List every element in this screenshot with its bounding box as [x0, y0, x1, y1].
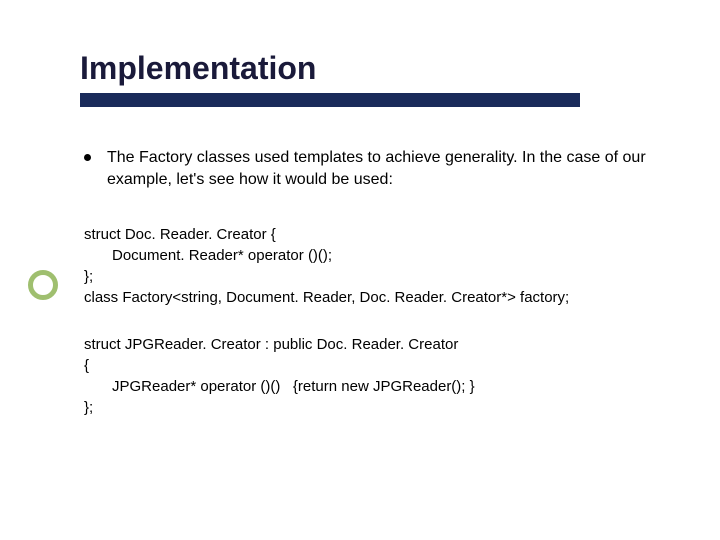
accent-circle-decoration — [28, 270, 58, 300]
code-line: { — [84, 355, 670, 376]
code-block-2: struct JPGReader. Creator : public Doc. … — [84, 334, 670, 418]
slide-container: Implementation The Factory classes used … — [0, 0, 720, 540]
bullet-dot-icon — [84, 154, 91, 161]
slide-title: Implementation — [80, 50, 670, 87]
code-line: Document. Reader* operator ()(); — [84, 245, 670, 266]
bullet-item: The Factory classes used templates to ac… — [84, 147, 670, 190]
code-line: struct Doc. Reader. Creator { — [84, 224, 670, 245]
code-line: class Factory<string, Document. Reader, … — [84, 287, 670, 308]
bullet-text: The Factory classes used templates to ac… — [107, 147, 670, 190]
code-line: }; — [84, 266, 670, 287]
code-line: JPGReader* operator ()() {return new JPG… — [84, 376, 670, 397]
code-line: struct JPGReader. Creator : public Doc. … — [84, 334, 670, 355]
code-line: }; — [84, 397, 670, 418]
title-underline — [80, 93, 580, 107]
code-block-1: struct Doc. Reader. Creator { Document. … — [84, 224, 670, 308]
title-section: Implementation — [80, 50, 670, 107]
